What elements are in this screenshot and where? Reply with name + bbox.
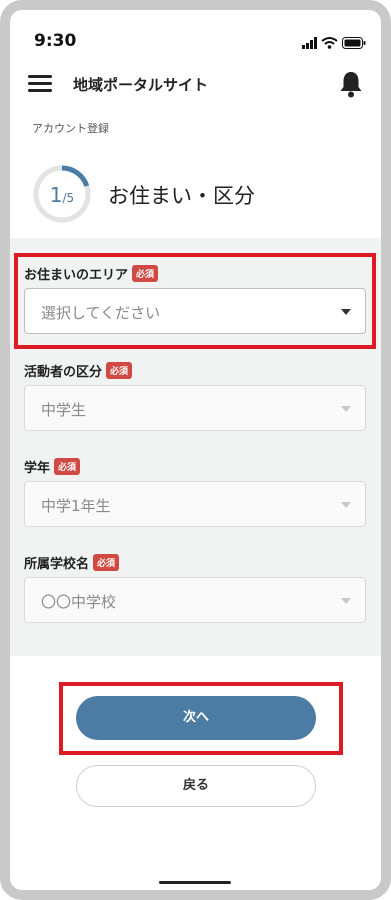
next-button[interactable]: 次へ [76, 696, 316, 740]
wifi-icon [321, 37, 338, 49]
step-title: お住まい・区分 [108, 184, 255, 208]
phone-frame: 9:30 地域ポータルサイト アカウント登録 1/5 お住まい・区分 お住まいの… [0, 0, 391, 900]
field-label-text: 学年 [24, 461, 51, 476]
field-label-area: お住まいのエリア 必須 [24, 264, 159, 283]
field-label-text: お住まいのエリア [24, 268, 129, 283]
school-select-value: 〇〇中学校 [41, 593, 117, 611]
field-label-text: 活動者の区分 [24, 365, 103, 380]
app-title: 地域ポータルサイト [73, 76, 209, 94]
category-select-value: 中学生 [41, 401, 87, 419]
battery-icon [342, 37, 366, 49]
required-badge: 必須 [106, 362, 133, 379]
step-total: /5 [62, 191, 75, 205]
signal-icon [302, 37, 317, 49]
status-time: 9:30 [34, 31, 77, 51]
grade-select-value: 中学1年生 [41, 497, 111, 515]
field-label-school: 所属学校名 必須 [24, 553, 120, 572]
required-badge: 必須 [132, 265, 159, 282]
home-indicator [159, 881, 231, 884]
bell-icon[interactable] [338, 70, 364, 98]
area-select-value: 選択してください [41, 304, 161, 322]
chevron-down-icon [341, 309, 351, 315]
back-button[interactable]: 戻る [76, 765, 316, 807]
school-select[interactable]: 〇〇中学校 [24, 577, 366, 623]
page-subtitle: アカウント登録 [32, 122, 109, 135]
chevron-down-icon [341, 406, 351, 412]
required-badge: 必須 [93, 554, 120, 571]
chevron-down-icon [341, 598, 351, 604]
field-label-category: 活動者の区分 必須 [24, 361, 133, 380]
hamburger-menu-icon[interactable] [28, 75, 52, 93]
field-label-text: 所属学校名 [24, 557, 90, 572]
required-badge: 必須 [54, 458, 81, 475]
grade-select[interactable]: 中学1年生 [24, 481, 366, 527]
chevron-down-icon [341, 502, 351, 508]
field-label-grade: 学年 必須 [24, 457, 81, 476]
category-select[interactable]: 中学生 [24, 385, 366, 431]
step-counter: 1/5 [32, 183, 92, 207]
area-select[interactable]: 選択してください [24, 288, 366, 334]
step-current: 1 [49, 183, 63, 207]
